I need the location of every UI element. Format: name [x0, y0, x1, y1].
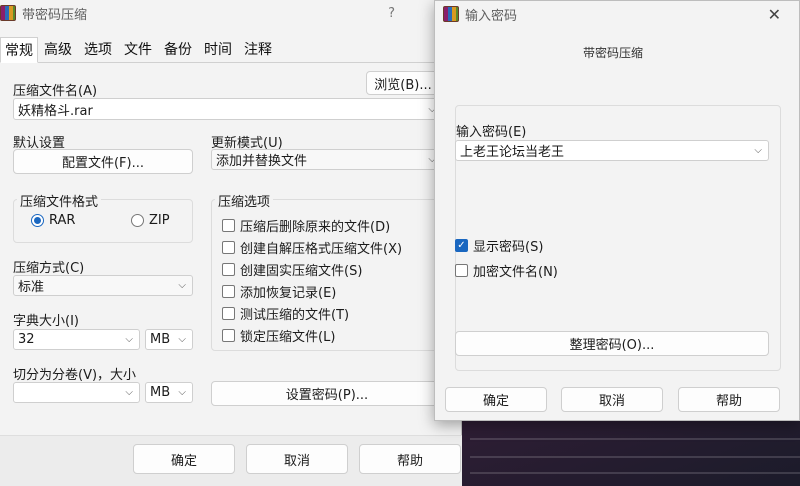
option-label: 压缩后删除原来的文件(D)	[240, 220, 391, 235]
password-value: 上老王论坛当老王	[460, 145, 565, 160]
format-rar-radio[interactable]: RAR	[31, 213, 75, 228]
chevron-down-icon: ⌵	[178, 387, 186, 398]
tab-options[interactable]: 选项	[78, 37, 118, 63]
encrypt-filenames-checkbox[interactable]: 加密文件名(N)	[455, 261, 558, 280]
password-title-bar: 输入密码	[435, 1, 799, 27]
split-volumes-label: 切分为分卷(V)，大小	[13, 368, 137, 383]
checkmark-icon: ✓	[455, 239, 468, 252]
archive-format-title: 压缩文件格式	[17, 191, 102, 210]
winrar-app-icon	[443, 6, 459, 22]
tab-files[interactable]: 文件	[118, 37, 158, 63]
organize-passwords-button[interactable]: 整理密码(O)...	[455, 331, 769, 356]
archive-name-combo[interactable]: 妖精格斗.rar ⌵	[13, 98, 443, 120]
update-mode-select[interactable]: 添加并替换文件 ⌵	[211, 149, 443, 170]
help-button[interactable]: 帮助	[359, 444, 461, 474]
title-bar: 带密码压缩 ?	[0, 0, 461, 26]
desktop-decoration	[470, 472, 800, 474]
password-dialog: 输入密码 ✕ 带密码压缩 输入密码(E) 上老王论坛当老王 ⌵ ✓ 显示密码(S…	[434, 0, 800, 421]
chevron-down-icon: ⌵	[754, 145, 762, 156]
tab-bar: 常规 高级 选项 文件 备份 时间 注释	[0, 37, 461, 63]
tab-time[interactable]: 时间	[198, 37, 238, 63]
dictionary-unit-select[interactable]: MB ⌵	[145, 329, 193, 350]
profiles-button[interactable]: 配置文件(F)...	[13, 149, 193, 174]
split-size-select[interactable]: ⌵	[13, 382, 140, 403]
compression-options-title: 压缩选项	[215, 191, 274, 210]
option-recovery[interactable]: 添加恢复记录(E)	[222, 282, 336, 301]
checkbox-icon	[222, 219, 235, 232]
option-solid[interactable]: 创建固实压缩文件(S)	[222, 260, 362, 279]
tab-comment[interactable]: 注释	[238, 37, 278, 63]
set-password-button[interactable]: 设置密码(P)...	[211, 381, 443, 406]
encrypt-filenames-label: 加密文件名(N)	[473, 265, 558, 280]
password-cancel-button[interactable]: 取消	[561, 387, 663, 412]
cancel-button[interactable]: 取消	[246, 444, 348, 474]
dictionary-size-value: 32	[18, 332, 35, 347]
option-label: 锁定压缩文件(L)	[240, 330, 336, 345]
chevron-down-icon: ⌵	[178, 280, 186, 291]
tab-backup[interactable]: 备份	[158, 37, 198, 63]
checkbox-icon	[222, 241, 235, 254]
dictionary-unit-value: MB	[150, 332, 171, 347]
compression-method-select[interactable]: 标准 ⌵	[13, 275, 193, 296]
format-zip-radio[interactable]: ZIP	[131, 213, 170, 228]
option-label: 创建自解压格式压缩文件(X)	[240, 242, 403, 257]
show-password-checkbox[interactable]: ✓ 显示密码(S)	[455, 236, 543, 255]
compression-method-value: 标准	[18, 280, 45, 295]
chevron-down-icon: ⌵	[178, 334, 186, 345]
tab-advanced[interactable]: 高级	[38, 37, 78, 63]
browse-button[interactable]: 浏览(B)...	[366, 71, 440, 95]
winrar-app-icon	[0, 5, 16, 21]
option-label: 添加恢复记录(E)	[240, 286, 337, 301]
password-dialog-title: 输入密码	[465, 8, 518, 24]
option-lock[interactable]: 锁定压缩文件(L)	[222, 326, 335, 345]
split-unit-value: MB	[150, 385, 171, 400]
option-sfx[interactable]: 创建自解压格式压缩文件(X)	[222, 238, 402, 257]
tab-general[interactable]: 常规	[0, 37, 38, 63]
checkbox-icon	[222, 263, 235, 276]
dictionary-size-label: 字典大小(I)	[13, 314, 79, 329]
option-label: 创建固实压缩文件(S)	[240, 264, 363, 279]
checkbox-icon	[455, 264, 468, 277]
window-title: 带密码压缩	[22, 7, 88, 23]
archive-name-label: 压缩文件名(A)	[13, 84, 98, 99]
dictionary-size-select[interactable]: 32 ⌵	[13, 329, 140, 350]
checkbox-icon	[222, 307, 235, 320]
help-icon[interactable]: ?	[388, 6, 395, 21]
archive-name-value: 妖精格斗.rar	[18, 103, 93, 119]
split-unit-select[interactable]: MB ⌵	[145, 382, 193, 403]
desktop-decoration	[470, 456, 800, 458]
radio-selected-icon	[31, 214, 44, 227]
format-zip-label: ZIP	[149, 213, 170, 228]
radio-unselected-icon	[131, 214, 144, 227]
close-icon[interactable]: ✕	[768, 5, 781, 24]
password-dialog-subtitle: 带密码压缩	[583, 46, 644, 60]
format-rar-label: RAR	[49, 213, 76, 228]
archive-settings-window: 带密码压缩 ? 常规 高级 选项 文件 备份 时间 注释 压缩文件名(A) 浏览…	[0, 0, 462, 486]
chevron-down-icon: ⌵	[125, 334, 133, 345]
checkbox-icon	[222, 285, 235, 298]
ok-button[interactable]: 确定	[133, 444, 235, 474]
compression-method-label: 压缩方式(C)	[13, 261, 85, 276]
password-help-button[interactable]: 帮助	[678, 387, 780, 412]
enter-password-label: 输入密码(E)	[456, 125, 527, 140]
password-ok-button[interactable]: 确定	[445, 387, 547, 412]
option-label: 测试压缩的文件(T)	[240, 308, 350, 323]
show-password-label: 显示密码(S)	[473, 240, 544, 255]
option-test[interactable]: 测试压缩的文件(T)	[222, 304, 349, 323]
password-input[interactable]: 上老王论坛当老王 ⌵	[455, 140, 769, 161]
option-delete-after[interactable]: 压缩后删除原来的文件(D)	[222, 216, 390, 235]
desktop-decoration	[470, 438, 800, 440]
checkbox-icon	[222, 329, 235, 342]
update-mode-value: 添加并替换文件	[216, 154, 308, 169]
chevron-down-icon: ⌵	[125, 387, 133, 398]
